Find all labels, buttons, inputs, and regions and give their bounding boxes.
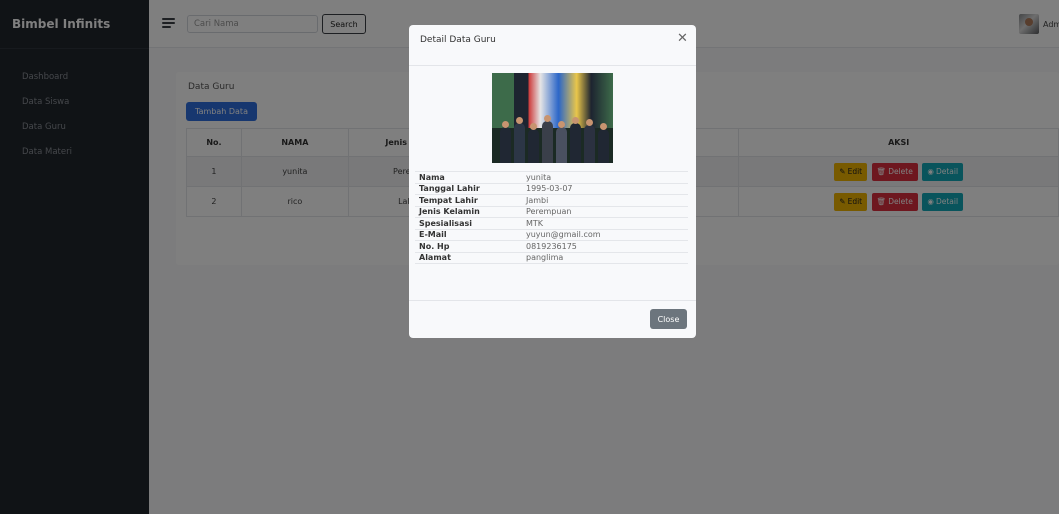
close-button[interactable]: Close <box>650 309 687 329</box>
detail-table: Nama yunita Tanggal Lahir 1995-03-07 Tempa… <box>415 171 688 264</box>
detail-row: No. Hp 0819236175 <box>415 240 688 252</box>
detail-row: Nama yunita <box>415 171 688 183</box>
detail-row: Tanggal Lahir 1995-03-07 <box>415 182 688 195</box>
detail-guru-modal: Detail Data Guru ✕ Nama yunita Tanggal La… <box>409 25 696 338</box>
modal-footer-divider <box>409 300 696 301</box>
close-x-icon[interactable]: ✕ <box>677 32 688 45</box>
modal-title: Detail Data Guru <box>420 35 496 45</box>
teacher-photo <box>492 73 613 163</box>
detail-row: Jenis Kelamin Perempuan <box>415 205 688 218</box>
detail-row: E-Mail yuyun@gmail.com <box>415 228 688 241</box>
modal-header: Detail Data Guru ✕ <box>409 25 696 66</box>
detail-row: Tempat Lahir Jambi <box>415 194 688 206</box>
detail-row: Alamat panglima <box>415 251 688 264</box>
detail-row: Spesialisasi MTK <box>415 217 688 229</box>
